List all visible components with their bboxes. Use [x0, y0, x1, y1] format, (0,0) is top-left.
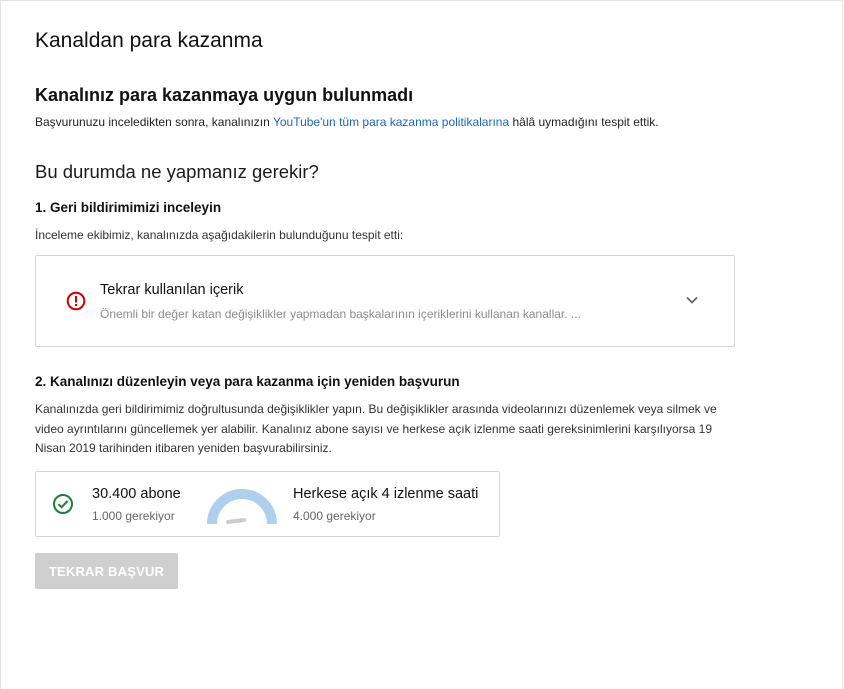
- intro-text-before: Başvurunuzu inceledikten sonra, kanalını…: [35, 115, 273, 129]
- watch-hours-gauge: [206, 486, 278, 526]
- intro-text-after: hâlâ uymadığını tespit ettik.: [509, 115, 659, 129]
- step2-text: Kanalınızda geri bildirimimiz doğrultusu…: [35, 402, 717, 455]
- issue-card[interactable]: Tekrar kullanılan içerik Önemli bir değe…: [35, 255, 735, 347]
- error-circle-icon: [66, 291, 86, 311]
- check-circle-icon: [52, 493, 74, 515]
- watch-hours-requirement: 4.000 gerekiyor: [293, 509, 376, 523]
- page-title: Kanaldan para kazanma: [35, 29, 263, 52]
- watch-hours-value: Herkese açık 4 izlenme saati: [293, 486, 479, 502]
- page-frame: Kanaldan para kazanma Kanalınız para kaz…: [0, 0, 843, 689]
- reapply-button[interactable]: TEKRAR BAŞVUR: [35, 553, 178, 589]
- subscribers-requirement: 1.000 gerekiyor: [92, 509, 175, 523]
- step1-text: İnceleme ekibimiz, kanalınızda aşağıdaki…: [35, 228, 404, 242]
- step1-title: 1. Geri bildirimimizi inceleyin: [35, 200, 222, 215]
- step2-title: 2. Kanalınızı düzenleyin veya para kazan…: [35, 374, 460, 389]
- next-steps-heading: Bu durumda ne yapmanız gerekir?: [35, 161, 319, 182]
- chevron-down-icon[interactable]: [684, 292, 700, 308]
- status-heading: Kanalınız para kazanmaya uygun bulunmadı: [35, 85, 414, 105]
- policies-link[interactable]: YouTube'un tüm para kazanma politikaları…: [273, 115, 509, 129]
- requirements-card: 30.400 abone 1.000 gerekiyor Herkese açı…: [35, 471, 500, 537]
- subscribers-value: 30.400 abone: [92, 486, 181, 502]
- status-intro: Başvurunuzu inceledikten sonra, kanalını…: [35, 115, 659, 129]
- issue-description: Önemli bir değer katan değişiklikler yap…: [100, 307, 581, 321]
- issue-title: Tekrar kullanılan içerik: [100, 282, 244, 298]
